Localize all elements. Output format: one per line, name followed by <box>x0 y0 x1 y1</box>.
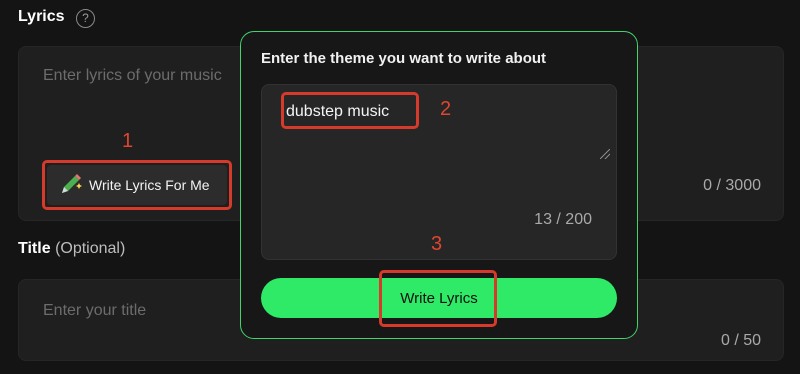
question-circle-icon[interactable]: ? <box>76 9 95 28</box>
title-label: Title (Optional) <box>18 240 126 257</box>
annotation-number-1: 1 <box>122 130 134 152</box>
annotation-box-1 <box>42 160 232 210</box>
title-counter: 0 / 50 <box>720 332 761 349</box>
modal-title: Enter the theme you want to write about <box>261 50 547 67</box>
theme-counter: 13 / 200 <box>534 211 592 228</box>
lyrics-label: Lyrics <box>18 8 65 25</box>
title-optional-hint: (Optional) <box>55 240 126 257</box>
annotation-box-3 <box>379 270 497 327</box>
annotation-number-2: 2 <box>440 98 452 120</box>
annotation-box-2 <box>281 92 419 129</box>
title-placeholder: Enter your title <box>43 302 147 319</box>
lyrics-counter: 0 / 3000 <box>703 177 761 194</box>
lyrics-placeholder: Enter lyrics of your music <box>43 67 222 84</box>
annotation-number-3: 3 <box>431 233 443 255</box>
resize-handle[interactable] <box>600 149 610 159</box>
